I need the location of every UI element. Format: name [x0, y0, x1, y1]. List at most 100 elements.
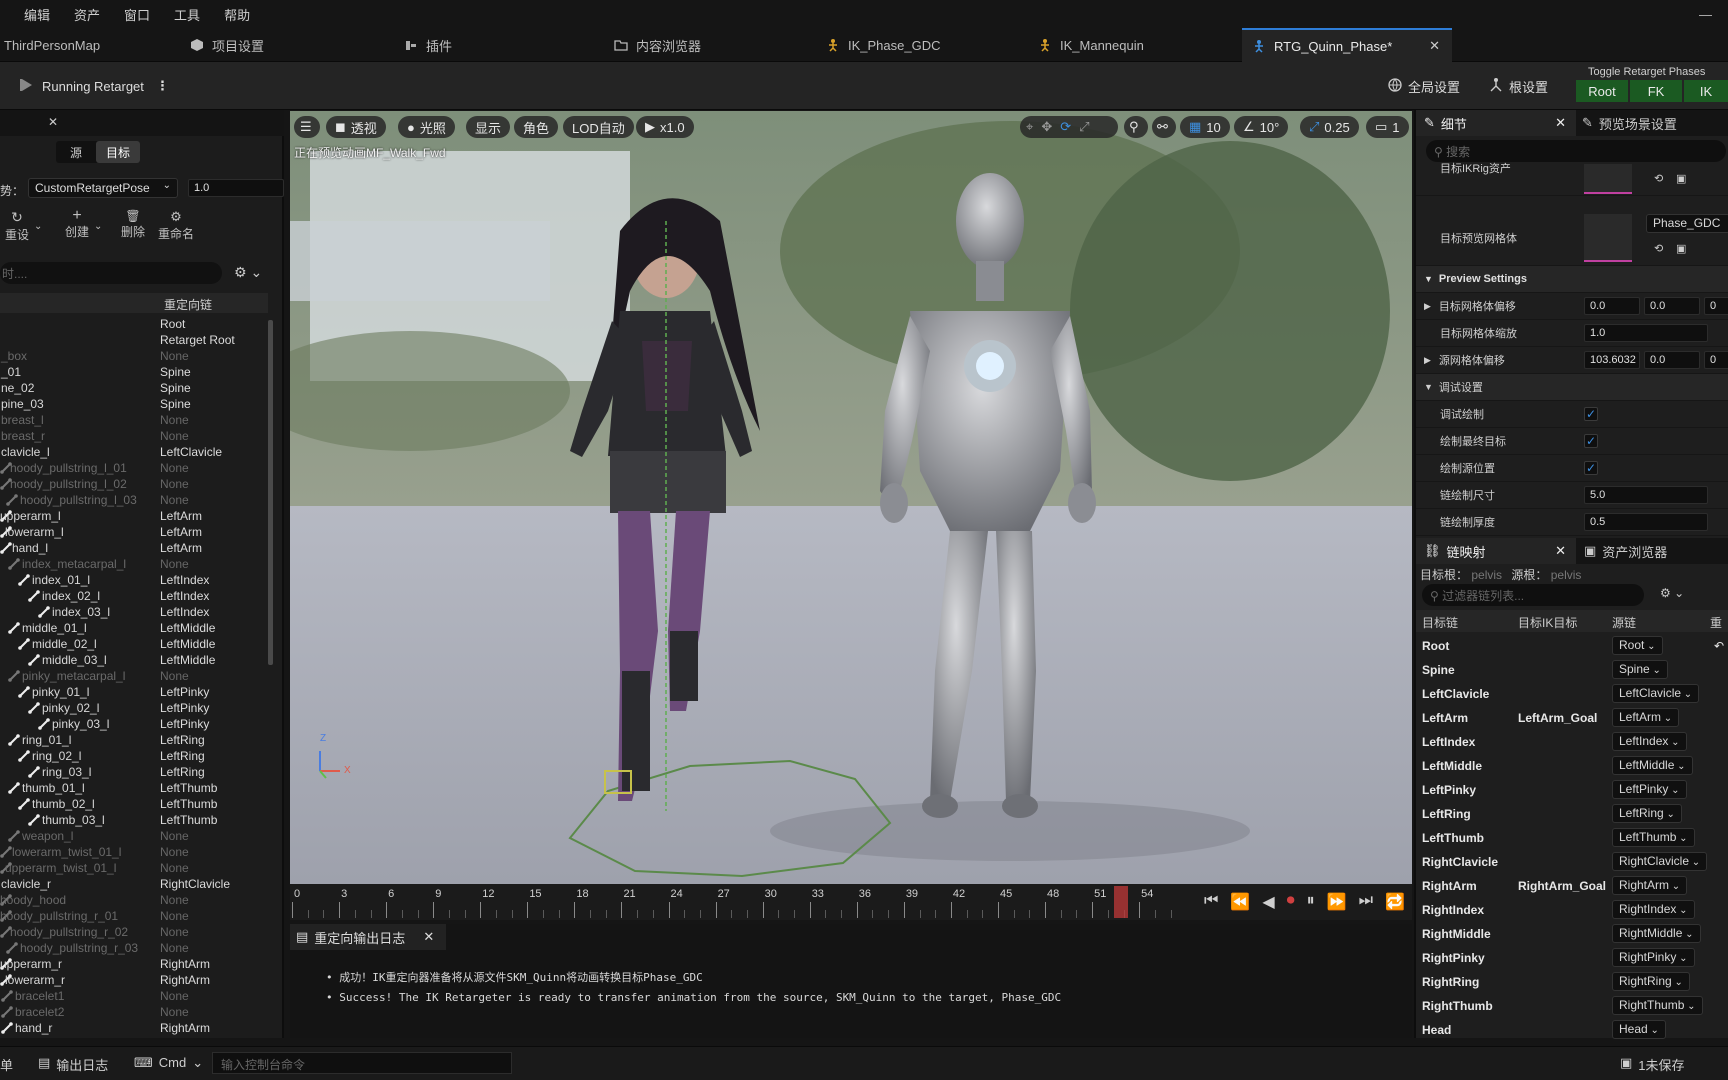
loop-icon[interactable]: 🔁	[1385, 892, 1405, 912]
bone-row[interactable]: pine_03 Spine	[0, 396, 268, 412]
surface-snap-icon[interactable]: ⚯	[1152, 116, 1176, 138]
menu-window[interactable]: 窗口	[112, 5, 162, 24]
use-selected-icon[interactable]: ⟲	[1654, 172, 1663, 185]
step-forward-icon[interactable]: ⏩	[1327, 892, 1347, 912]
expand-arrow-icon[interactable]: ▶	[1424, 355, 1431, 366]
menu-help[interactable]: 帮助	[212, 5, 262, 24]
bone-row[interactable]: upperarm_r RightArm	[0, 956, 268, 972]
play-reverse-icon[interactable]: ◀	[1262, 892, 1274, 912]
output-log-button[interactable]: ▤ 输出日志	[38, 1055, 108, 1074]
playhead[interactable]	[1114, 886, 1128, 918]
chain-map-row[interactable]: Spine Spine ⌄	[1416, 658, 1728, 682]
close-tab-icon[interactable]: ✕	[423, 929, 434, 945]
source-chain-dropdown[interactable]: Head ⌄	[1612, 1020, 1666, 1039]
perspective-button[interactable]: ◼ 透视	[326, 116, 386, 138]
close-panel-icon[interactable]: ✕	[48, 115, 58, 129]
hierarchy-search-input[interactable]: 时....	[0, 262, 222, 284]
preview-viewport[interactable]: Z X 正在预览动画MF_Walk_Fwd	[290, 111, 1412, 884]
chain-map-row[interactable]: Root Root ⌄ ↶	[1416, 634, 1728, 658]
chain-map-row[interactable]: RightMiddle RightMiddle ⌄	[1416, 922, 1728, 946]
move-icon[interactable]: ✥	[1041, 119, 1052, 135]
tab-source[interactable]: 源	[56, 141, 96, 163]
close-tab-icon[interactable]: ✕	[1429, 38, 1440, 54]
chain-map-row[interactable]: LeftPinky LeftPinky ⌄	[1416, 778, 1728, 802]
source-chain-dropdown[interactable]: RightThumb ⌄	[1612, 996, 1703, 1015]
chain-map-row[interactable]: LeftThumb LeftThumb ⌄	[1416, 826, 1728, 850]
skip-start-icon[interactable]: ⏮	[1204, 892, 1218, 912]
source-chain-dropdown[interactable]: LeftArm ⌄	[1612, 708, 1680, 727]
root-settings-button[interactable]: 根设置	[1488, 74, 1548, 98]
unsaved-indicator[interactable]: ▣ 1未保存	[1620, 1055, 1685, 1074]
chain-draw-size-field[interactable]: 5.0	[1584, 486, 1708, 504]
menu-tools[interactable]: 工具	[162, 5, 212, 24]
bone-row[interactable]: clavicle_l LeftClavicle	[0, 444, 268, 460]
browse-icon[interactable]: ▣	[1676, 242, 1686, 255]
tab-thirdpersonmap[interactable]: ThirdPersonMap	[4, 28, 100, 62]
bone-row[interactable]: middle_02_l LeftMiddle	[0, 636, 268, 652]
expand-arrow-icon[interactable]: ▶	[1424, 301, 1431, 312]
chain-map-row[interactable]: RightArm RightArm_Goal RightArm ⌄	[1416, 874, 1728, 898]
bone-row[interactable]: pinky_metacarpal_l None	[0, 668, 268, 684]
timeline[interactable]: 0 3 6 9 12 15 18 21 24 27 30 33 36 39 42 45 48 51 54 ⏮ ⏪ ◀…	[290, 884, 1412, 920]
bone-row[interactable]: hoody_pullstring_r_03 None	[0, 940, 268, 956]
mesh-thumbnail[interactable]	[1584, 214, 1632, 262]
chain-map-row[interactable]: LeftMiddle LeftMiddle ⌄	[1416, 754, 1728, 778]
chevron-down-icon[interactable]: ⌄	[34, 221, 42, 232]
chain-map-row[interactable]: RightPinky RightPinky ⌄	[1416, 946, 1728, 970]
target-offset-y[interactable]: 0.0	[1644, 297, 1700, 315]
tab-project-settings[interactable]: 项目设置	[190, 28, 264, 62]
play-speed-button[interactable]: ▶ x1.0	[636, 116, 694, 138]
bone-row[interactable]: lowerarm_twist_01_l None	[0, 844, 268, 860]
source-chain-dropdown[interactable]: RightClavicle ⌄	[1612, 852, 1708, 871]
scale-snap-button[interactable]: ⤢ 0.25	[1300, 116, 1359, 138]
viewport-menu-button[interactable]: ☰	[294, 116, 320, 138]
chain-map-row[interactable]: Head Head ⌄	[1416, 1018, 1728, 1042]
source-offset-x[interactable]: 103.6032	[1584, 351, 1640, 369]
bone-row[interactable]: ring_01_l LeftRing	[0, 732, 268, 748]
bone-row[interactable]: hoody_pullstring_l_02 None	[0, 476, 268, 492]
world-local-icon[interactable]: ⚲	[1124, 116, 1148, 138]
chain-map-row[interactable]: LeftArm LeftArm_Goal LeftArm ⌄	[1416, 706, 1728, 730]
mesh-asset-picker[interactable]: Phase_GDC	[1646, 214, 1728, 233]
close-tab-icon[interactable]: ✕	[1555, 543, 1566, 559]
source-chain-dropdown[interactable]: LeftPinky ⌄	[1612, 780, 1687, 799]
bone-row[interactable]: bracelet2 None	[0, 1004, 268, 1020]
step-back-icon[interactable]: ⏪	[1230, 892, 1250, 912]
select-icon[interactable]: ⌖	[1026, 119, 1033, 135]
chain-mapping-tab[interactable]: ⛓ 链映射 ✕	[1416, 538, 1576, 564]
bone-row[interactable]: index_02_l LeftIndex	[0, 588, 268, 604]
record-icon[interactable]: ⏺	[1287, 892, 1295, 912]
phase-fk-toggle[interactable]: FK	[1630, 80, 1682, 102]
bone-row[interactable]: hand_l LeftArm	[0, 540, 268, 556]
preview-settings-section[interactable]: ▼ Preview Settings	[1416, 266, 1728, 293]
source-chain-dropdown[interactable]: RightArm ⌄	[1612, 876, 1688, 895]
chain-map-row[interactable]: RightIndex RightIndex ⌄	[1416, 898, 1728, 922]
bone-row[interactable]: breast_l None	[0, 412, 268, 428]
use-selected-icon[interactable]: ⟲	[1654, 242, 1663, 255]
console-command-input[interactable]: 输入控制台命令	[212, 1052, 512, 1074]
chain-map-row[interactable]: RightClavicle RightClavicle ⌄	[1416, 850, 1728, 874]
source-chain-dropdown[interactable]: Spine ⌄	[1612, 660, 1668, 679]
target-offset-x[interactable]: 0.0	[1584, 297, 1640, 315]
bone-row[interactable]: thumb_02_l LeftThumb	[0, 796, 268, 812]
bone-row[interactable]: clavicle_r RightClavicle	[0, 876, 268, 892]
browse-icon[interactable]: ▣	[1676, 172, 1686, 185]
source-chain-dropdown[interactable]: LeftRing ⌄	[1612, 804, 1682, 823]
bone-row[interactable]: upperarm_twist_01_l None	[0, 860, 268, 876]
angle-snap-button[interactable]: ∠ 10°	[1234, 116, 1289, 138]
bone-row[interactable]: thumb_01_l LeftThumb	[0, 780, 268, 796]
source-chain-dropdown[interactable]: RightRing ⌄	[1612, 972, 1690, 991]
draw-source-location-checkbox[interactable]: ✓	[1584, 461, 1598, 475]
hierarchy-scrollbar[interactable]	[268, 320, 273, 665]
bone-row[interactable]: index_metacarpal_l None	[0, 556, 268, 572]
tab-content-browser[interactable]: 内容浏览器	[614, 28, 701, 62]
tab-target[interactable]: 目标	[96, 141, 141, 163]
grid-snap-button[interactable]: ▦ 10	[1180, 116, 1230, 138]
timeline-ruler[interactable]: 0 3 6 9 12 15 18 21 24 27 30 33 36 39 42 45 48 51 54	[290, 884, 1186, 920]
skip-end-icon[interactable]: ⏭	[1359, 892, 1373, 912]
settings-gear-icon[interactable]: ⚙ ⌄	[1660, 586, 1684, 600]
chain-draw-thickness-field[interactable]: 0.5	[1584, 513, 1708, 531]
undo-icon[interactable]: ↶	[1714, 639, 1724, 653]
bone-row[interactable]: upperarm_l LeftArm	[0, 508, 268, 524]
bone-row[interactable]: ring_03_l LeftRing	[0, 764, 268, 780]
